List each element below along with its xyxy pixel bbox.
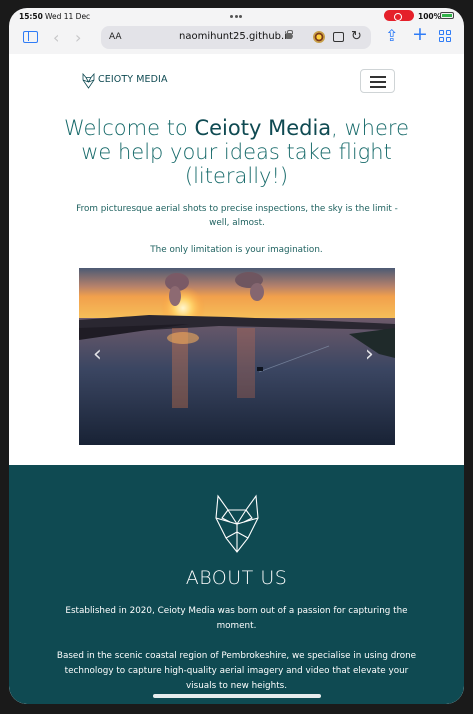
screen-recording-icon[interactable]: [384, 10, 414, 21]
hamburger-menu-button[interactable]: [360, 69, 395, 93]
screen: 15:50 Wed 11 Dec 100% ‹ › AA naomihunt25…: [9, 8, 464, 704]
lock-icon: [286, 30, 293, 39]
reload-icon[interactable]: ↻: [351, 29, 362, 44]
extension-icon[interactable]: [313, 31, 325, 43]
hero-tagline: The only limitation is your imagination.: [150, 245, 323, 255]
site-navbar: CEIOTY MEDIA: [9, 54, 464, 109]
forward-icon[interactable]: ›: [75, 30, 81, 46]
hero-title-brand: Ceioty Media: [194, 116, 332, 140]
battery-percentage: 100%: [418, 12, 442, 21]
status-date: Wed 11 Dec: [45, 12, 91, 21]
status-time: 15:50: [19, 12, 43, 21]
address-bar[interactable]: AA naomihunt25.github.io ↻: [101, 26, 371, 49]
about-section: ABOUT US Established in 2020, Ceioty Med…: [9, 465, 464, 704]
multitasking-dots-icon[interactable]: [230, 11, 244, 18]
brand-name[interactable]: CEIOTY MEDIA: [98, 74, 168, 85]
text-size-button[interactable]: AA: [109, 32, 122, 42]
about-paragraph-1: Established in 2020, Ceioty Media was bo…: [65, 606, 408, 631]
home-indicator[interactable]: [153, 694, 321, 698]
share-icon[interactable]: ⇪: [385, 28, 398, 44]
url-text[interactable]: naomihunt25.github.io: [179, 31, 293, 42]
image-carousel[interactable]: ‹ ›: [79, 268, 395, 445]
new-tab-icon[interactable]: +: [412, 25, 428, 44]
about-title: ABOUT US: [185, 567, 288, 589]
reader-icon[interactable]: [333, 32, 344, 42]
hero-title: Welcome to Ceioty Media, where we help y…: [63, 116, 410, 188]
web-page: CEIOTY MEDIA Welcome to Ceioty Media, wh…: [9, 54, 464, 704]
carousel-slide-image: [79, 268, 395, 445]
back-icon[interactable]: ‹: [53, 30, 59, 46]
tabs-overview-icon[interactable]: [439, 30, 452, 43]
logo-icon[interactable]: [81, 73, 96, 89]
browser-toolbar: ‹ › AA naomihunt25.github.io ↻ ⇪ +: [9, 24, 464, 54]
sidebar-icon[interactable]: [23, 31, 38, 43]
wolf-logo-icon: [215, 494, 259, 553]
device-frame: 15:50 Wed 11 Dec 100% ‹ › AA naomihunt25…: [0, 0, 473, 714]
hero-subtitle: From picturesque aerial shots to precise…: [76, 204, 398, 228]
carousel-prev-button[interactable]: ‹: [93, 342, 102, 367]
battery-icon: [440, 12, 454, 19]
about-paragraph-2: Based in the scenic coastal region of Pe…: [56, 651, 417, 691]
carousel-next-button[interactable]: ›: [365, 342, 374, 367]
status-bar: 15:50 Wed 11 Dec 100%: [9, 8, 464, 24]
